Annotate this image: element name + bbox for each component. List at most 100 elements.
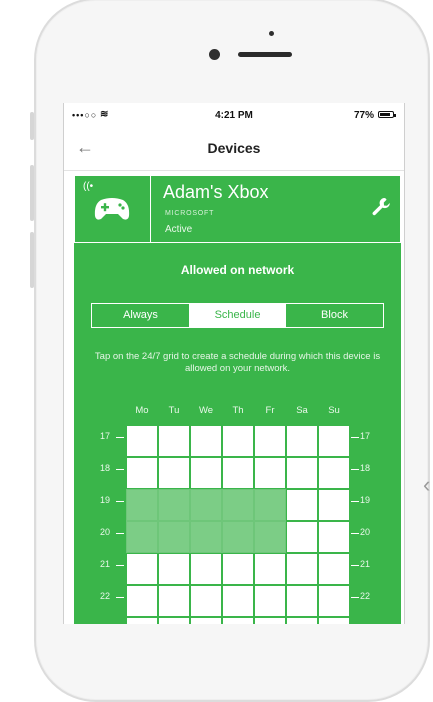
hour-tick: [116, 533, 124, 534]
battery-icon: [378, 111, 396, 118]
schedule-cell[interactable]: [126, 425, 158, 457]
volume-down-button: [30, 232, 34, 288]
schedule-cell[interactable]: [254, 585, 286, 617]
schedule-cell[interactable]: [222, 521, 254, 553]
schedule-cell[interactable]: [126, 617, 158, 624]
hour-label-right: 19: [360, 495, 371, 505]
hour-label-left: 22: [100, 591, 111, 601]
schedule-cell[interactable]: [286, 521, 318, 553]
schedule-cell[interactable]: [286, 617, 318, 624]
schedule-cell[interactable]: [190, 457, 222, 489]
schedule-cell[interactable]: [318, 425, 350, 457]
schedule-cell[interactable]: [254, 617, 286, 624]
schedule-cell[interactable]: [286, 425, 318, 457]
wifi-signal-icon: ((•: [83, 181, 94, 192]
schedule-cell[interactable]: [126, 585, 158, 617]
day-labels: Mo Tu We Th Fr Sa Su: [74, 405, 401, 419]
schedule-cell[interactable]: [254, 425, 286, 457]
nav-bar: ← Devices: [64, 127, 404, 171]
schedule-cell[interactable]: [190, 521, 222, 553]
schedule-cell[interactable]: [190, 489, 222, 521]
device-panel: ((• Adam's Xbox MICROSOFT Active Allowed…: [74, 175, 401, 624]
gamepad-icon: [94, 198, 130, 220]
schedule-instructions: Tap on the 24/7 grid to create a schedul…: [94, 351, 381, 374]
hour-tick: [116, 501, 124, 502]
schedule-cell[interactable]: [254, 489, 286, 521]
device-status: Active: [165, 224, 193, 235]
hour-label-right: 17: [360, 431, 371, 441]
schedule-cell[interactable]: [222, 457, 254, 489]
section-title: Allowed on network: [180, 263, 295, 277]
schedule-cell[interactable]: [286, 553, 318, 585]
hour-tick: [116, 469, 124, 470]
schedule-cell[interactable]: [222, 553, 254, 585]
hour-tick: [351, 501, 359, 502]
chevron-left-icon: ‹: [423, 472, 431, 497]
hour-label-left: 18: [100, 463, 111, 473]
hour-label-right: 21: [360, 559, 371, 569]
day-label: Fr: [265, 405, 275, 416]
mode-block-button[interactable]: Block: [286, 304, 383, 327]
schedule-cell[interactable]: [254, 457, 286, 489]
schedule-cell[interactable]: [126, 457, 158, 489]
schedule-cell[interactable]: [318, 553, 350, 585]
mode-schedule-button[interactable]: Schedule: [189, 304, 286, 327]
sensor-dot: [269, 31, 274, 36]
schedule-cell[interactable]: [190, 585, 222, 617]
schedule-cell[interactable]: [222, 489, 254, 521]
schedule-cell[interactable]: [318, 457, 350, 489]
schedule-cell[interactable]: [158, 425, 190, 457]
hour-tick: [351, 533, 359, 534]
schedule-cell[interactable]: [222, 585, 254, 617]
schedule-cell[interactable]: [190, 425, 222, 457]
schedule-cell[interactable]: [158, 585, 190, 617]
schedule-cell[interactable]: [126, 553, 158, 585]
schedule-cell[interactable]: [254, 553, 286, 585]
schedule-cell[interactable]: [318, 521, 350, 553]
hour-tick: [116, 597, 124, 598]
schedule-cell[interactable]: [222, 617, 254, 624]
hour-label-left: 20: [100, 527, 111, 537]
schedule-cell[interactable]: [286, 457, 318, 489]
device-icon-box: ((•: [75, 176, 151, 242]
hour-tick: [116, 437, 124, 438]
front-camera: [209, 49, 220, 60]
schedule-cell[interactable]: [190, 553, 222, 585]
schedule-cell[interactable]: [158, 457, 190, 489]
schedule-cell[interactable]: [254, 521, 286, 553]
earpiece-speaker: [238, 52, 292, 57]
schedule-cell[interactable]: [190, 617, 222, 624]
hour-label-left: 21: [100, 559, 111, 569]
schedule-cell[interactable]: [286, 489, 318, 521]
device-name: Adam's Xbox: [163, 182, 269, 202]
day-label: Mo: [135, 405, 149, 416]
day-label: Sa: [296, 405, 308, 416]
schedule-grid: [126, 425, 350, 624]
device-manufacturer: MICROSOFT: [165, 210, 215, 217]
schedule-cell[interactable]: [158, 617, 190, 624]
schedule-cell[interactable]: [318, 489, 350, 521]
hour-label-left: 17: [100, 431, 111, 441]
hour-label-right: 22: [360, 591, 371, 601]
schedule-cell[interactable]: [318, 585, 350, 617]
schedule-cell[interactable]: [222, 425, 254, 457]
schedule-cell[interactable]: [158, 553, 190, 585]
status-bar: •••○○ ≋ 4:21 PM 77%: [64, 103, 404, 127]
schedule-cell[interactable]: [126, 521, 158, 553]
wrench-icon[interactable]: [370, 196, 392, 218]
mode-selector: Always Schedule Block: [91, 303, 384, 328]
device-card: ((• Adam's Xbox MICROSOFT Active: [74, 175, 401, 243]
day-label: We: [198, 405, 214, 416]
hour-tick: [351, 597, 359, 598]
hour-tick: [351, 469, 359, 470]
schedule-cell[interactable]: [318, 617, 350, 624]
hour-label-right: 20: [360, 527, 371, 537]
mode-always-button[interactable]: Always: [92, 304, 189, 327]
schedule-cell[interactable]: [286, 585, 318, 617]
schedule-cell[interactable]: [158, 489, 190, 521]
schedule-cell[interactable]: [126, 489, 158, 521]
schedule-cell[interactable]: [158, 521, 190, 553]
day-label: Su: [328, 405, 340, 416]
mute-switch: [30, 112, 34, 140]
hour-tick: [351, 565, 359, 566]
